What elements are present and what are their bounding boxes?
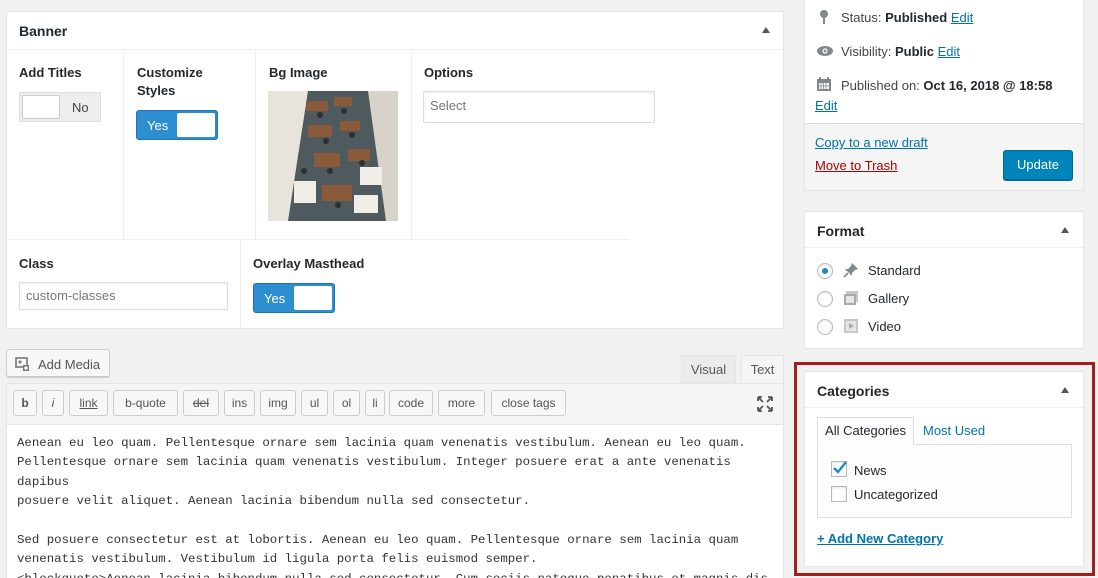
overlay-masthead-toggle[interactable]: Yes (253, 283, 335, 313)
tab-visual[interactable]: Visual (681, 355, 736, 383)
qt-img-button[interactable]: img (260, 390, 296, 416)
qt-close-tags-button[interactable]: close tags (491, 390, 566, 416)
qt-ins-button[interactable]: ins (224, 390, 255, 416)
published-value: Oct 16, 2018 @ 18:58 (923, 78, 1053, 93)
move-to-trash-link[interactable]: Move to Trash (815, 158, 897, 173)
bg-image-thumbnail[interactable] (268, 91, 398, 221)
qt-ol-button[interactable]: ol (333, 390, 360, 416)
pin-icon (820, 10, 828, 24)
add-new-category-link[interactable]: + Add New Category (817, 531, 943, 546)
divider (123, 49, 124, 239)
visibility-label: Visibility: (841, 44, 892, 59)
calendar-icon (817, 77, 831, 91)
tab-all-categories[interactable]: All Categories (817, 417, 914, 445)
format-label-video: Video (868, 319, 902, 334)
toggle-state-label: Yes (264, 291, 286, 306)
gallery-icon (844, 291, 858, 305)
published-label: Published on: (841, 78, 920, 93)
status-edit-link[interactable]: Edit (951, 10, 973, 25)
fullscreen-icon[interactable] (756, 395, 774, 413)
bg-image-label: Bg Image (269, 65, 328, 80)
options-select[interactable]: Select (423, 91, 655, 123)
options-label: Options (424, 65, 474, 80)
quicktags-toolbar: b i link b-quote del ins img ul ol li co… (6, 383, 784, 425)
published-row: Published on: Oct 16, 2018 @ 18:58 (841, 78, 1052, 93)
toggle-knob (22, 95, 60, 119)
collapse-triangle-icon[interactable] (762, 27, 770, 33)
editor-textarea[interactable]: Aenean eu leo quam. Pellentesque ornare … (6, 424, 784, 578)
media-icon (15, 357, 29, 371)
qt-ul-button[interactable]: ul (301, 390, 328, 416)
library-photo-image (268, 91, 398, 221)
category-checklist: News Uncategorized (817, 444, 1072, 518)
banner-header[interactable]: Banner (7, 12, 783, 50)
category-label-uncategorized: Uncategorized (854, 487, 938, 502)
format-radio-standard[interactable] (817, 263, 833, 279)
visibility-edit-link[interactable]: Edit (938, 44, 960, 59)
qt-bquote-button[interactable]: b-quote (113, 390, 178, 416)
format-label-gallery: Gallery (868, 291, 910, 306)
divider (7, 239, 629, 240)
toggle-state-label: No (72, 100, 89, 115)
format-title: Format (817, 223, 865, 239)
tab-text[interactable]: Text (741, 355, 784, 383)
publish-panel: Status: Published Edit Visibility: Publi… (804, 0, 1084, 191)
divider (411, 49, 412, 239)
qt-italic-button[interactable]: i (42, 390, 64, 416)
tab-most-used[interactable]: Most Used (923, 423, 985, 438)
toggle-state-label: Yes (147, 118, 169, 133)
eye-icon (817, 46, 833, 56)
format-label-standard: Standard (868, 263, 921, 278)
customize-styles-label: Customize Styles (137, 65, 203, 98)
category-checkbox-news[interactable] (831, 461, 847, 477)
update-button[interactable]: Update (1003, 150, 1073, 180)
qt-code-button[interactable]: code (389, 390, 433, 416)
add-media-label: Add Media (38, 357, 101, 372)
published-edit-link[interactable]: Edit (815, 98, 837, 113)
status-value: Published (885, 10, 948, 25)
qt-more-button[interactable]: more (438, 390, 485, 416)
checkmark-icon (833, 461, 847, 474)
overlay-masthead-label: Overlay Masthead (253, 256, 365, 271)
class-label: Class (19, 256, 54, 271)
pin-icon (843, 263, 858, 278)
collapse-triangle-icon[interactable] (1061, 387, 1069, 393)
format-radio-video[interactable] (817, 319, 833, 335)
visibility-row: Visibility: Public Edit (841, 44, 960, 59)
format-header[interactable]: Format (805, 212, 1083, 248)
class-input[interactable]: custom-classes (19, 282, 228, 310)
qt-link-button[interactable]: link (69, 390, 108, 416)
divider (255, 49, 256, 239)
add-titles-toggle[interactable]: No (19, 92, 101, 122)
status-row: Status: Published Edit (841, 10, 973, 25)
category-checkbox-uncategorized[interactable] (831, 486, 847, 502)
toggle-knob (294, 286, 332, 310)
format-panel: Format Standard Gallery Video (804, 211, 1084, 349)
visibility-value: Public (894, 44, 934, 59)
customize-styles-toggle[interactable]: Yes (136, 110, 218, 140)
add-titles-label: Add Titles (19, 65, 82, 80)
banner-title: Banner (19, 23, 68, 39)
add-media-button[interactable]: Add Media (6, 349, 110, 377)
category-label-news: News (854, 463, 887, 478)
video-icon (844, 319, 858, 333)
publish-actions: Copy to a new draft Move to Trash Update (805, 123, 1083, 190)
copy-to-draft-link[interactable]: Copy to a new draft (815, 135, 928, 150)
qt-li-button[interactable]: li (365, 390, 385, 416)
categories-panel: Categories All Categories Most Used News… (804, 371, 1084, 567)
status-label: Status: (841, 10, 882, 25)
divider (240, 239, 241, 329)
format-radio-gallery[interactable] (817, 291, 833, 307)
toggle-knob (177, 113, 215, 137)
collapse-triangle-icon[interactable] (1061, 227, 1069, 233)
categories-title: Categories (817, 383, 890, 399)
categories-header[interactable]: Categories (805, 372, 1083, 408)
qt-bold-button[interactable]: b (13, 390, 37, 416)
qt-del-button[interactable]: del (183, 390, 219, 416)
